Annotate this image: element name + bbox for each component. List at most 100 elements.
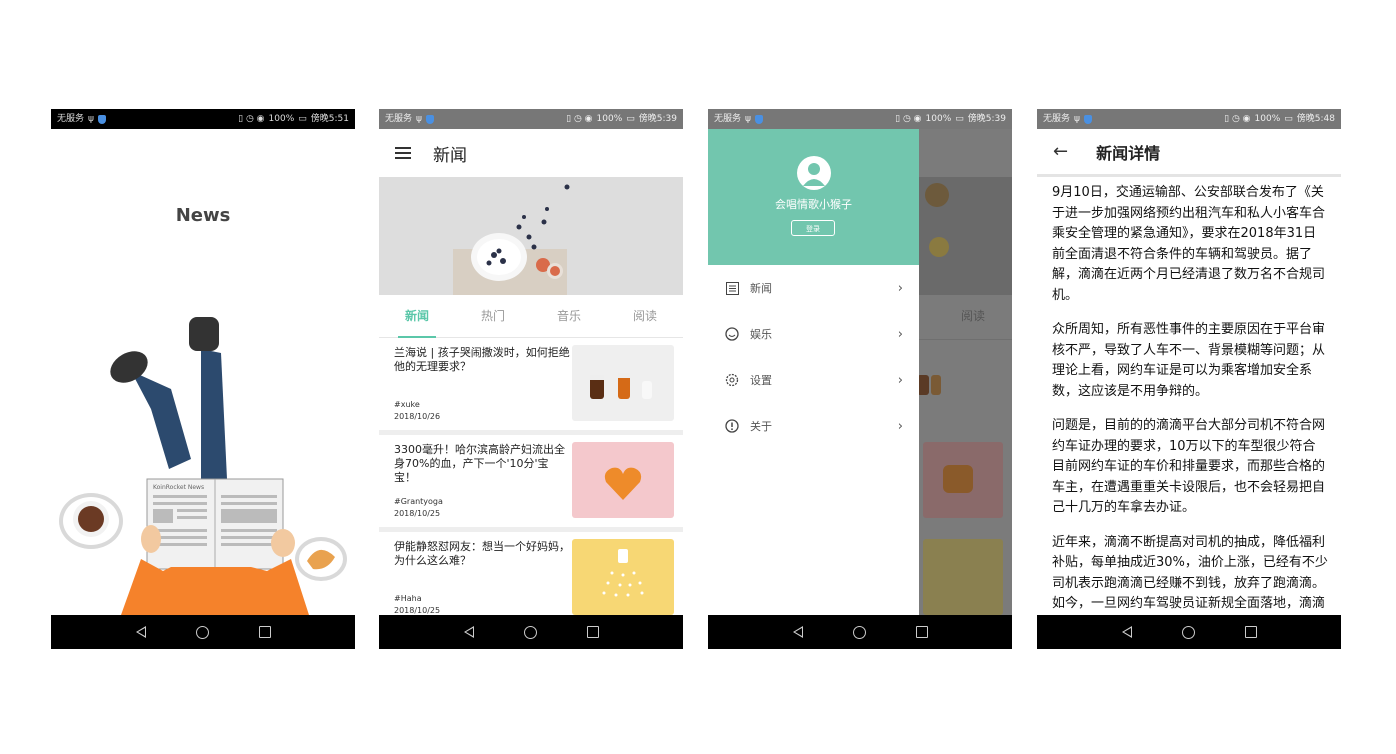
- status-time: 傍晚5:51: [310, 114, 349, 124]
- chevron-right-icon: ›: [897, 280, 903, 296]
- system-nav-bar: [51, 615, 355, 649]
- news-date: 2018/10/25: [394, 509, 441, 518]
- news-list: 兰海说 | 孩子哭闹撒泼时，如何拒绝他的无理要求？ #xuke 2018/10/…: [379, 338, 683, 629]
- shield-icon: [1083, 114, 1092, 124]
- shield-icon: [97, 114, 106, 124]
- status-time: 傍晚5:39: [638, 114, 677, 124]
- news-title: 3300毫升！哈尔滨高龄产妇流出全身70%的血，产下一个'10分'宝宝！: [394, 443, 565, 484]
- status-time: 傍晚5:48: [1296, 114, 1335, 124]
- back-icon[interactable]: [1121, 626, 1132, 638]
- scrim-overlay[interactable]: 阅读: [917, 129, 1012, 615]
- battery-icon: ▭: [1284, 114, 1293, 124]
- newspaper-masthead: KoinRocket News: [153, 484, 204, 491]
- banner-image[interactable]: [379, 177, 683, 295]
- shield-icon: [754, 114, 763, 124]
- usb-icon: ψ: [1074, 114, 1080, 124]
- splash-screen: 无服务 ψ ▯ ◷ ◉ 100% ▭ 傍晚5:51 News KoinRocket Ne…: [51, 109, 355, 649]
- chevron-right-icon: ›: [897, 372, 903, 388]
- carrier-text: 无服务: [714, 114, 742, 124]
- recents-icon[interactable]: [1244, 626, 1257, 638]
- chevron-right-icon: ›: [897, 326, 903, 342]
- battery-icon: ▭: [298, 114, 307, 124]
- list-item[interactable]: 兰海说 | 孩子哭闹撒泼时，如何拒绝他的无理要求？ #xuke 2018/10/…: [379, 338, 683, 435]
- app-title: News: [175, 205, 231, 226]
- battery-percent: 100%: [268, 114, 295, 124]
- app-bar: 新闻: [379, 129, 683, 177]
- battery-percent: 100%: [1254, 114, 1281, 124]
- app-bar: ← 新闻详情: [1037, 129, 1341, 177]
- carrier-text: 无服务: [1043, 114, 1071, 124]
- system-nav-bar: [708, 615, 1012, 649]
- article-paragraph: 问题是，目前的的滴滴平台大部分司机不符合网约车证办理的要求，10万以下的车型很少…: [1052, 418, 1326, 515]
- drawer-item-news[interactable]: 新闻 ›: [708, 265, 919, 311]
- usb-icon: ψ: [88, 114, 94, 124]
- drawer-item-entertainment[interactable]: 娱乐 ›: [708, 311, 919, 357]
- home-icon[interactable]: [523, 625, 537, 639]
- shield-icon: [425, 114, 434, 124]
- tab-music[interactable]: 音乐: [531, 295, 607, 337]
- back-icon[interactable]: [463, 626, 474, 638]
- news-title: 伊能静怒怼网友：想当一个好妈妈，为什么这么难？: [394, 540, 570, 567]
- news-tag: #Grantyoga: [394, 497, 443, 506]
- category-tabs: 新闻 热门 音乐 阅读: [379, 295, 683, 338]
- news-title: 兰海说 | 孩子哭闹撒泼时，如何拒绝他的无理要求？: [394, 346, 570, 373]
- signal-icons: ▯ ◷ ◉: [566, 114, 593, 124]
- home-icon[interactable]: [195, 625, 209, 639]
- article-paragraph: 9月10日，交通运输部、公安部联合发布了《关于进一步加强网络预约出租汽车和私人小…: [1052, 185, 1326, 303]
- carrier-text: 无服务: [57, 114, 85, 124]
- news-tag: #Haha: [394, 594, 422, 603]
- system-nav-bar: [379, 615, 683, 649]
- article-body: 9月10日，交通运输部、公安部联合发布了《关于进一步加强网络预约出租汽车和私人小…: [1052, 183, 1328, 615]
- drawer-screen: 无服务 ψ ▯ ◷ ◉ 100% ▭ 傍晚5:39 阅读 会唱情歌小猴子 登录 新闻 ›: [708, 109, 1012, 649]
- news-tag: #xuke: [394, 400, 420, 409]
- usb-icon: ψ: [416, 114, 422, 124]
- drawer-item-label: 关于: [750, 420, 772, 433]
- breakfast-photo: [379, 177, 683, 295]
- chevron-right-icon: ›: [897, 418, 903, 434]
- back-icon[interactable]: [135, 626, 146, 638]
- system-nav-bar: [1037, 615, 1341, 649]
- home-icon[interactable]: [1181, 625, 1195, 639]
- news-list-screen: 无服务ψ ▯ ◷ ◉100%▭傍晚5:39 新闻 新闻 热门 音乐 阅读: [379, 109, 683, 649]
- info-icon: [724, 418, 740, 434]
- signal-icons: ▯ ◷ ◉: [895, 114, 922, 124]
- back-icon[interactable]: [792, 626, 803, 638]
- tab-reading[interactable]: 阅读: [607, 295, 683, 337]
- article-paragraph: 众所周知，所有恶性事件的主要原因在于平台审核不严，导致了人车不一、背景模糊等问题…: [1052, 322, 1326, 399]
- battery-icon: ▭: [955, 114, 964, 124]
- news-date: 2018/10/26: [394, 412, 441, 421]
- drawer-header: 会唱情歌小猴子 登录: [708, 129, 919, 265]
- news-thumbnail: [572, 345, 674, 421]
- home-icon[interactable]: [852, 625, 866, 639]
- status-bar: 无服务 ψ ▯ ◷ ◉ 100% ▭ 傍晚5:39: [708, 109, 1012, 129]
- drawer-item-label: 新闻: [750, 282, 772, 295]
- gear-icon: [724, 372, 740, 388]
- login-button[interactable]: 登录: [791, 220, 835, 236]
- dimmed-tab: 阅读: [961, 309, 986, 323]
- status-bar: 无服务 ψ ▯ ◷ ◉ 100% ▭ 傍晚5:48: [1037, 109, 1341, 129]
- smile-icon: [724, 326, 740, 342]
- list-item[interactable]: 3300毫升！哈尔滨高龄产妇流出全身70%的血，产下一个'10分'宝宝！ #Gr…: [379, 435, 683, 532]
- list-icon: [724, 280, 740, 296]
- recents-icon[interactable]: [915, 626, 928, 638]
- battery-percent: 100%: [596, 114, 623, 124]
- back-arrow-icon[interactable]: ←: [1053, 141, 1068, 162]
- navigation-drawer: 会唱情歌小猴子 登录 新闻 › 娱乐 › 设置 › 关于 ›: [708, 129, 919, 615]
- news-detail-screen: 无服务 ψ ▯ ◷ ◉ 100% ▭ 傍晚5:48 ← 新闻详情 9月10日，交通运输部…: [1037, 109, 1341, 649]
- status-bar: 无服务 ψ ▯ ◷ ◉ 100% ▭ 傍晚5:51: [51, 109, 355, 129]
- menu-icon[interactable]: [395, 147, 411, 159]
- news-thumbnail: [572, 539, 674, 615]
- drawer-item-label: 娱乐: [750, 328, 772, 341]
- drawer-item-about[interactable]: 关于 ›: [708, 403, 919, 449]
- tab-news[interactable]: 新闻: [379, 295, 455, 338]
- recents-icon[interactable]: [586, 626, 599, 638]
- news-date: 2018/10/25: [394, 606, 441, 615]
- signal-icons: ▯ ◷ ◉: [1224, 114, 1251, 124]
- tab-hot[interactable]: 热门: [455, 295, 531, 337]
- avatar[interactable]: [797, 156, 831, 190]
- drawer-item-settings[interactable]: 设置 ›: [708, 357, 919, 403]
- page-title: 新闻: [433, 145, 467, 166]
- recents-icon[interactable]: [258, 626, 271, 638]
- news-thumbnail: [572, 442, 674, 518]
- username: 会唱情歌小猴子: [775, 198, 852, 211]
